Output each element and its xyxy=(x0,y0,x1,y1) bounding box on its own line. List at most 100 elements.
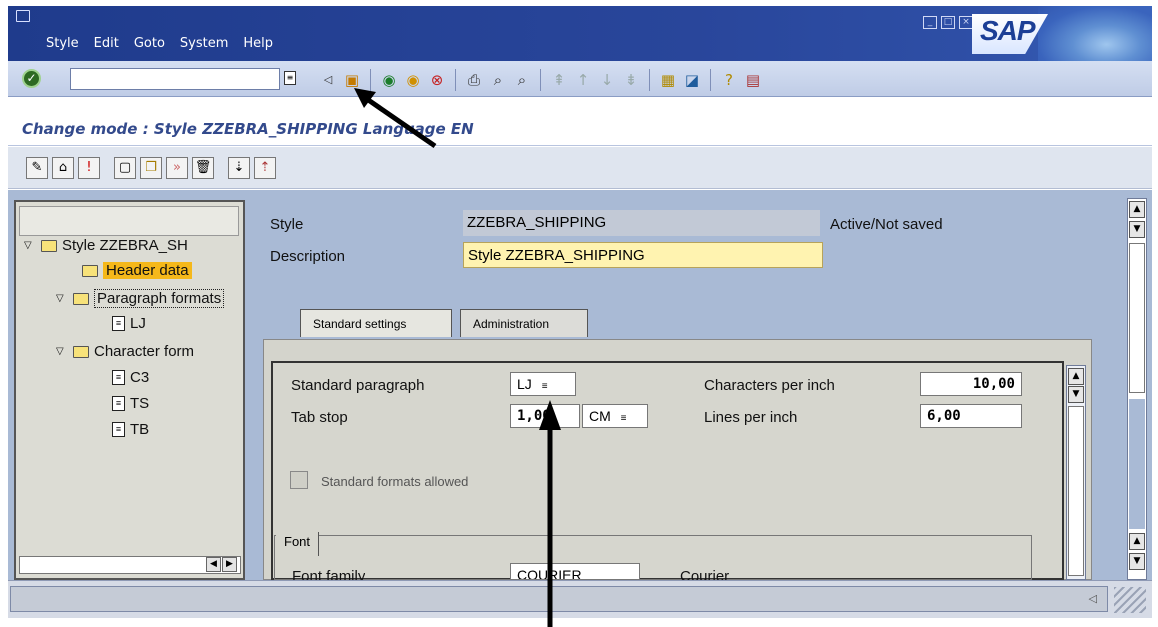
cpi-input[interactable]: 10,00 xyxy=(920,372,1022,396)
command-field[interactable] xyxy=(70,68,280,90)
style-label: Style xyxy=(270,216,304,233)
scroll-thumb[interactable] xyxy=(1129,243,1145,393)
first-page-icon[interactable]: ⇞ xyxy=(549,70,569,90)
last-page-icon[interactable]: ⇟ xyxy=(621,70,641,90)
scroll-up-icon[interactable]: ▲ xyxy=(1068,368,1084,385)
description-label: Description xyxy=(270,248,346,265)
shortcut-icon[interactable]: ◪ xyxy=(682,70,702,90)
folder-icon xyxy=(41,239,57,252)
tree-node-ts[interactable]: ≡ TS xyxy=(112,395,149,412)
tree-horizontal-scrollbar[interactable]: ◀ ▶ xyxy=(19,556,241,574)
tree-node-style[interactable]: ▽ Style ZZEBRA_SH xyxy=(24,237,188,254)
info-icon[interactable]: ! xyxy=(78,157,100,179)
close-icon[interactable]: × xyxy=(959,16,973,29)
layout-icon[interactable]: ▤ xyxy=(743,70,763,90)
standard-formats-checkbox[interactable] xyxy=(290,471,308,489)
status-text: Active/Not saved xyxy=(830,216,943,233)
create-icon[interactable]: ▢ xyxy=(114,157,136,179)
tree-node-tb[interactable]: ≡ TB xyxy=(112,421,149,438)
scroll-thumb[interactable] xyxy=(1068,406,1084,576)
sap-logo-text: SAP xyxy=(980,15,1036,46)
annotation-arrow-save xyxy=(354,88,437,149)
window-controls: _ □ × xyxy=(923,16,973,29)
header-icon[interactable]: ⌂ xyxy=(52,157,74,179)
document-icon: ≡ xyxy=(112,370,125,385)
standard-paragraph-label: Standard paragraph xyxy=(291,377,425,394)
find-icon[interactable]: ⌕ xyxy=(488,70,508,90)
help-icon[interactable]: ? xyxy=(719,70,739,90)
import-icon[interactable]: ⇣ xyxy=(228,157,250,179)
style-tree: ◀ ▶ xyxy=(14,200,245,580)
tree-header xyxy=(19,206,239,236)
tree-node-character-formats[interactable]: ▽ Character form xyxy=(56,343,194,360)
command-history-icon[interactable]: ≡ xyxy=(284,71,296,85)
standard-toolbar: ✓ ≡ ◁ ▣ ◉ ◉ ⊗ ⎙ ⌕ ⌕ ⇞ ↑ ↓ ⇟ ▦ ◪ ? ▤ xyxy=(8,61,1152,97)
standard-formats-label: Standard formats allowed xyxy=(321,474,469,489)
tree-node-c3[interactable]: ≡ C3 xyxy=(112,369,149,386)
value-help-icon[interactable]: ≡ xyxy=(542,381,548,392)
scroll-down-icon[interactable]: ▼ xyxy=(1129,553,1145,570)
move-icon[interactable]: » xyxy=(166,157,188,179)
create-session-icon[interactable]: ▦ xyxy=(658,70,678,90)
lpi-label: Lines per inch xyxy=(704,409,798,426)
standard-paragraph-input[interactable]: LJ ≡ xyxy=(510,372,576,396)
menu-edit[interactable]: Edit xyxy=(94,36,119,51)
menu-help[interactable]: Help xyxy=(243,36,273,51)
next-page-icon[interactable]: ↓ xyxy=(597,70,617,90)
display-change-icon[interactable]: ✎ xyxy=(26,157,48,179)
maximize-icon[interactable]: □ xyxy=(941,16,955,29)
sap-window: Style Edit Goto System Help _ □ × SAP ✓ … xyxy=(0,0,1158,627)
title-bar: Style Edit Goto System Help _ □ × SAP xyxy=(8,6,1152,61)
annotation-arrow-tab-stop xyxy=(539,400,561,627)
tab-administration[interactable]: Administration xyxy=(460,309,588,337)
menu-bar: Style Edit Goto System Help xyxy=(46,36,273,51)
print-icon[interactable]: ⎙ xyxy=(464,70,484,90)
panel-vertical-scrollbar[interactable]: ▲ ▼ xyxy=(1066,365,1086,580)
tree-node-lj[interactable]: ≡ LJ xyxy=(112,315,146,332)
tree-node-header-data[interactable]: Header data xyxy=(82,262,192,279)
font-family-label: Font family xyxy=(292,568,366,580)
prev-page-icon[interactable]: ↑ xyxy=(573,70,593,90)
collapse-icon[interactable]: ▽ xyxy=(56,293,68,304)
delete-icon[interactable]: 🗑 xyxy=(192,157,214,179)
tab-standard-settings[interactable]: Standard settings xyxy=(300,309,452,337)
menu-system[interactable]: System xyxy=(180,36,228,51)
toolbar-left-arrow-icon[interactable]: ◁ xyxy=(318,70,338,90)
scroll-down-icon[interactable]: ▼ xyxy=(1129,221,1145,238)
value-help-icon[interactable]: ≡ xyxy=(621,413,627,424)
document-icon: ≡ xyxy=(112,396,125,411)
scroll-right-icon[interactable]: ▶ xyxy=(222,557,237,572)
status-left-arrow-icon[interactable]: ◁ xyxy=(1089,592,1097,605)
scroll-left-icon[interactable]: ◀ xyxy=(206,557,221,572)
tab-stop-unit-select[interactable]: CM ≡ xyxy=(582,404,648,428)
scroll-up-icon[interactable]: ▲ xyxy=(1129,533,1145,550)
cpi-label: Characters per inch xyxy=(704,377,835,394)
menu-style[interactable]: Style xyxy=(46,36,79,51)
copy-icon[interactable]: ❐ xyxy=(140,157,162,179)
system-menu-icon[interactable] xyxy=(16,10,30,22)
sap-swirl-graphic xyxy=(1038,6,1152,61)
collapse-icon[interactable]: ▽ xyxy=(24,240,36,251)
application-toolbar-icons: ✎ ⌂ ! ▢ ❐ » 🗑 ⇣ ⇡ xyxy=(26,157,276,179)
scroll-up-icon[interactable]: ▲ xyxy=(1129,201,1145,218)
document-icon: ≡ xyxy=(112,422,125,437)
lpi-input[interactable]: 6,00 xyxy=(920,404,1022,428)
style-field: ZZEBRA_SHIPPING xyxy=(463,210,820,236)
scroll-down-icon[interactable]: ▼ xyxy=(1068,386,1084,403)
open-folder-icon xyxy=(73,292,89,305)
enter-icon[interactable]: ✓ xyxy=(22,69,41,88)
document-icon: ≡ xyxy=(112,316,125,331)
minimize-icon[interactable]: _ xyxy=(923,16,937,29)
find-next-icon[interactable]: ⌕ xyxy=(512,70,532,90)
tab-stop-label: Tab stop xyxy=(291,409,348,426)
tree-node-paragraph-formats[interactable]: ▽ Paragraph formats xyxy=(56,289,225,308)
menu-goto[interactable]: Goto xyxy=(134,36,165,51)
resize-grip-icon[interactable] xyxy=(1114,587,1146,613)
folder-icon xyxy=(82,264,98,277)
collapse-icon[interactable]: ▽ xyxy=(56,346,68,357)
main-vertical-scrollbar[interactable]: ▲ ▼ ▲ ▼ xyxy=(1127,198,1147,580)
font-group-title: Font xyxy=(276,532,320,556)
folder-icon xyxy=(73,345,89,358)
export-icon[interactable]: ⇡ xyxy=(254,157,276,179)
description-input[interactable]: Style ZZEBRA_SHIPPING xyxy=(463,242,823,268)
